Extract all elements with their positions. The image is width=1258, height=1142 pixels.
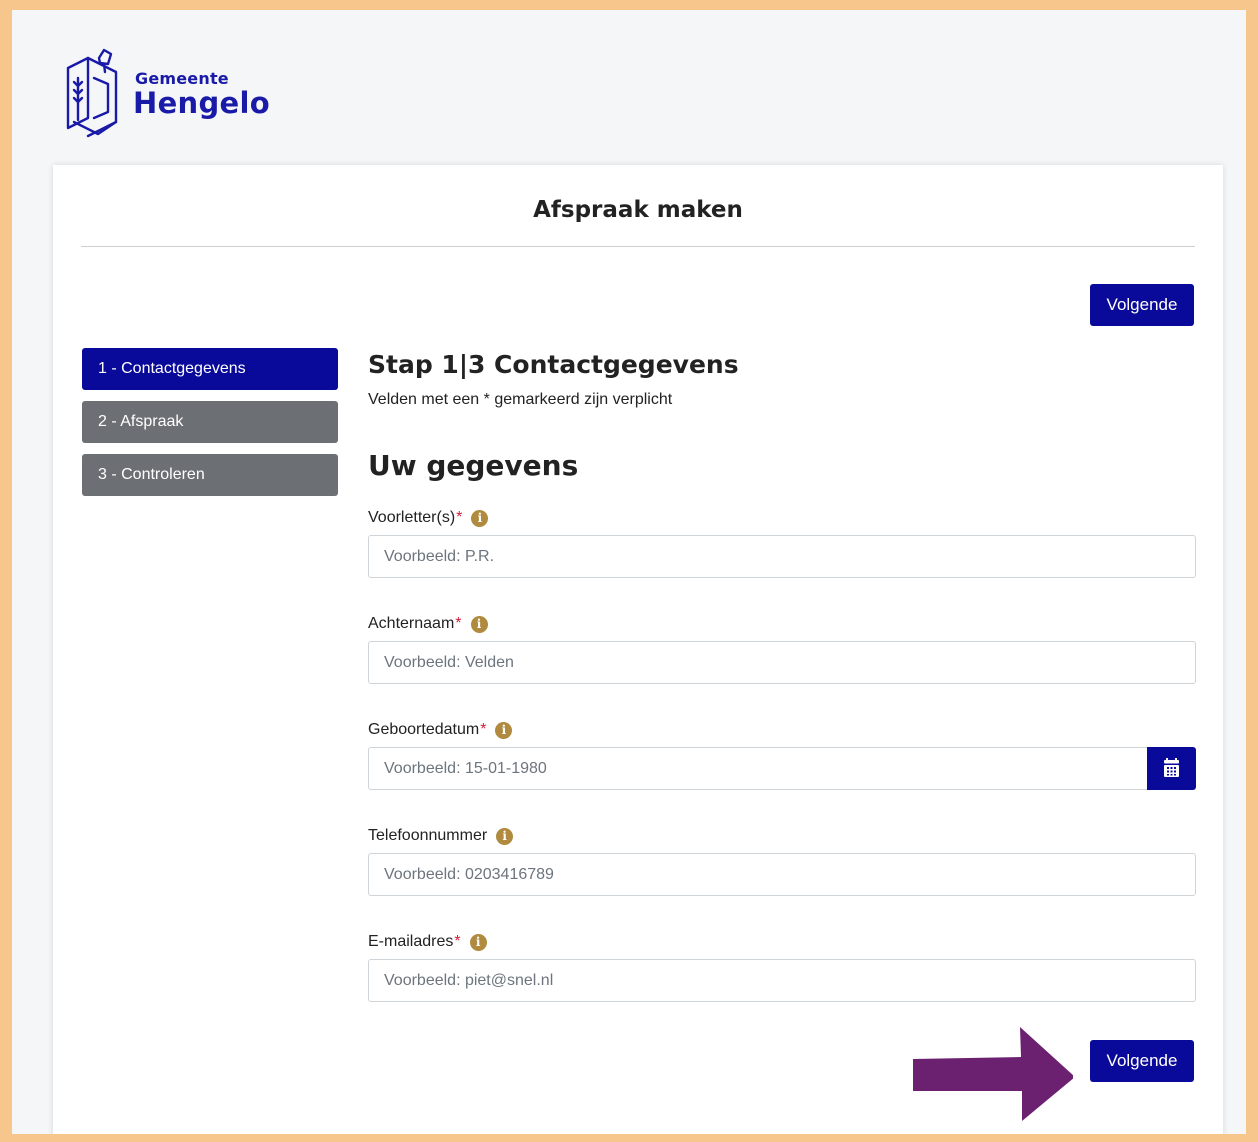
- page: Gemeente Hengelo Afspraak maken Volgende…: [12, 10, 1246, 1134]
- required-marker: *: [454, 933, 461, 950]
- section-heading: Uw gegevens: [368, 449, 579, 482]
- page-title: Afspraak maken: [533, 197, 743, 223]
- required-marker: *: [480, 721, 487, 738]
- next-button-bottom[interactable]: Volgende: [1090, 1040, 1194, 1082]
- lastname-input[interactable]: [368, 641, 1196, 684]
- birthdate-input[interactable]: [368, 747, 1148, 790]
- step-afspraak[interactable]: 2 - Afspraak: [82, 401, 338, 443]
- info-icon[interactable]: i: [471, 509, 489, 527]
- gemeente-hengelo-logo[interactable]: Gemeente Hengelo: [64, 48, 284, 148]
- step-heading: Stap 1|3 Contactgegevens: [368, 350, 739, 379]
- lastname-label: Achternaam: [368, 615, 455, 632]
- info-icon[interactable]: i: [495, 721, 513, 739]
- info-icon[interactable]: i: [496, 827, 514, 845]
- calendar-icon: [1164, 758, 1179, 777]
- info-icon[interactable]: i: [469, 933, 487, 951]
- email-input[interactable]: [368, 959, 1196, 1002]
- step-navigation: 1 - Contactgegevens 2 - Afspraak 3 - Con…: [82, 348, 338, 507]
- next-button-top[interactable]: Volgende: [1090, 284, 1194, 326]
- initials-label: Voorletter(s): [368, 509, 456, 526]
- step-contactgegevens[interactable]: 1 - Contactgegevens: [82, 348, 338, 390]
- datepicker-button[interactable]: [1147, 747, 1196, 790]
- purple-arrow-icon: [913, 1027, 1073, 1121]
- required-marker: *: [455, 615, 462, 632]
- phone-label: Telefoonnummer: [368, 827, 488, 844]
- required-fields-note: Velden met een * gemarkeerd zijn verplic…: [368, 391, 673, 408]
- info-icon[interactable]: i: [470, 615, 488, 633]
- phone-input[interactable]: [368, 853, 1196, 896]
- initials-input[interactable]: [368, 535, 1196, 578]
- appointment-card: Afspraak maken Volgende 1 - Contactgegev…: [53, 165, 1223, 1134]
- logo-text-hengelo: Hengelo: [133, 86, 270, 120]
- birthdate-label: Geboortedatum: [368, 721, 480, 738]
- hengelo-emblem-icon: [66, 48, 118, 138]
- step-controleren[interactable]: 3 - Controleren: [82, 454, 338, 496]
- email-label: E-mailadres: [368, 933, 454, 950]
- title-divider: [81, 246, 1195, 247]
- required-marker: *: [456, 509, 463, 526]
